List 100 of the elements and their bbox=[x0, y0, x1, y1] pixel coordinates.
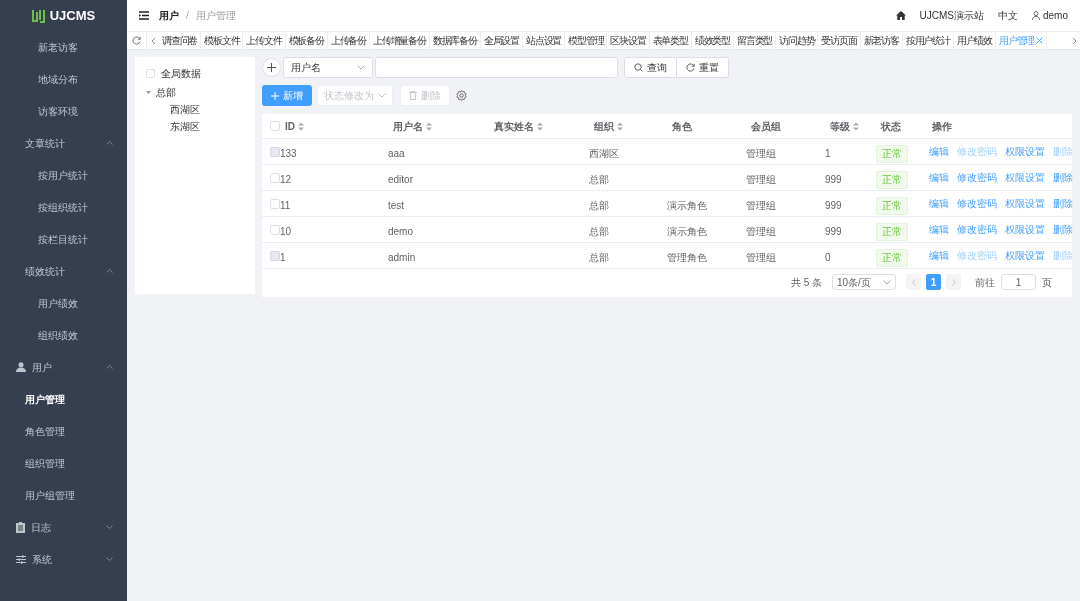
column-header[interactable]: 会员组 bbox=[751, 118, 781, 134]
status-tag: 正常 bbox=[876, 248, 908, 267]
chevron-right-icon bbox=[951, 278, 956, 286]
sidebar-item[interactable]: 访客环境 bbox=[0, 95, 127, 127]
sidebar-item[interactable]: 新老访客 bbox=[0, 31, 127, 63]
column-header[interactable]: 用户名 bbox=[393, 118, 423, 134]
user-icon bbox=[1032, 11, 1040, 20]
table-cell: 演示角色 bbox=[667, 225, 707, 237]
breadcrumb-item[interactable]: 用户 bbox=[159, 8, 179, 23]
tab[interactable]: 上传增量备份 bbox=[370, 32, 430, 49]
table-cell: 管理组 bbox=[746, 147, 776, 159]
column-header[interactable]: 角色 bbox=[672, 118, 692, 134]
table-cell: 演示角色 bbox=[667, 199, 707, 211]
sort-icon[interactable] bbox=[853, 121, 859, 131]
search-field[interactable] bbox=[375, 57, 618, 78]
sidebar-item[interactable]: 系统 bbox=[0, 543, 127, 575]
sidebar-item[interactable]: 按用户统计 bbox=[0, 159, 127, 191]
status-tag: 正常 bbox=[876, 196, 908, 215]
table-cell: 10 bbox=[280, 225, 292, 237]
table-cell: 总部 bbox=[589, 225, 609, 237]
tab[interactable]: 表单类型 bbox=[649, 32, 692, 49]
sidebar-item[interactable]: 地域分布 bbox=[0, 63, 127, 95]
total-count: 共 5 条 bbox=[790, 275, 822, 290]
page-suffix: 页 bbox=[1042, 275, 1052, 290]
sidebar-item[interactable]: 用户管理 bbox=[0, 383, 127, 415]
reset-button[interactable]: 重置 bbox=[677, 57, 729, 78]
home-icon[interactable] bbox=[895, 11, 906, 20]
tab[interactable]: 按用户统计 bbox=[902, 32, 954, 49]
sidebar-item[interactable]: 按栏目统计 bbox=[0, 223, 127, 255]
chevron-right-icon[interactable] bbox=[1071, 36, 1077, 45]
checkbox[interactable] bbox=[270, 121, 280, 131]
column-header[interactable]: 状态 bbox=[881, 118, 901, 134]
sidebar-item[interactable]: 用户 bbox=[0, 351, 127, 383]
add-condition-button[interactable] bbox=[262, 58, 281, 77]
site-link[interactable]: UJCMS演示站 bbox=[919, 8, 984, 23]
sidebar-item[interactable]: 按组织统计 bbox=[0, 191, 127, 223]
refresh-icon[interactable] bbox=[132, 36, 141, 45]
tab[interactable]: 区块设置 bbox=[607, 32, 650, 49]
sidebar-item[interactable]: 用户绩效 bbox=[0, 287, 127, 319]
field-select[interactable]: 用户名 bbox=[283, 57, 373, 78]
tab[interactable]: 数据库备份 bbox=[429, 32, 481, 49]
close-icon[interactable] bbox=[1036, 37, 1044, 44]
user-menu[interactable]: demo bbox=[1043, 8, 1068, 23]
tab[interactable]: 新老访客 bbox=[860, 32, 903, 49]
tab[interactable]: 模板备份 bbox=[285, 32, 328, 49]
table-cell: 999 bbox=[825, 225, 842, 237]
tab[interactable]: 绩效类型 bbox=[691, 32, 735, 49]
sidebar-item[interactable]: 角色管理 bbox=[0, 415, 127, 447]
page-input[interactable]: 1 bbox=[1001, 274, 1036, 290]
tree-node[interactable]: 西湖区 bbox=[170, 102, 200, 117]
tree-node[interactable]: 东湖区 bbox=[170, 119, 200, 134]
prev-page-button[interactable] bbox=[906, 274, 921, 290]
checkbox[interactable] bbox=[146, 69, 155, 78]
sort-icon[interactable] bbox=[537, 121, 543, 131]
next-page-button[interactable] bbox=[946, 274, 961, 290]
column-header[interactable]: 操作 bbox=[932, 118, 952, 134]
tree-node[interactable]: 总部 bbox=[156, 85, 176, 100]
sort-icon[interactable] bbox=[298, 121, 304, 131]
tab[interactable]: 用户绩效 bbox=[953, 32, 997, 49]
tab[interactable]: 访问趋势 bbox=[776, 32, 819, 49]
plus-icon bbox=[271, 91, 279, 100]
sidebar-item[interactable]: 组织管理 bbox=[0, 447, 127, 479]
column-header[interactable]: ID bbox=[285, 118, 295, 134]
status-tag: 正常 bbox=[876, 170, 908, 189]
sidebar-item[interactable]: 文章统计 bbox=[0, 127, 127, 159]
column-header[interactable]: 真实姓名 bbox=[494, 118, 534, 134]
sort-icon[interactable] bbox=[617, 121, 623, 131]
menu-icon[interactable] bbox=[139, 11, 149, 20]
sidebar-item[interactable]: 组织绩效 bbox=[0, 319, 127, 351]
query-button[interactable]: 查询 bbox=[624, 57, 677, 78]
sidebar-item[interactable]: 用户组管理 bbox=[0, 479, 127, 511]
tab[interactable]: 模板文件 bbox=[201, 32, 244, 49]
tab[interactable]: 上传文件 bbox=[243, 32, 286, 49]
plus-icon bbox=[267, 63, 276, 72]
tab[interactable]: 留言类型 bbox=[734, 32, 777, 49]
tab[interactable]: 受访页面 bbox=[818, 32, 861, 49]
table-cell: 总部 bbox=[589, 199, 609, 211]
tab[interactable]: 模型管理 bbox=[565, 32, 608, 49]
table-cell: 133 bbox=[280, 147, 297, 159]
sidebar-item[interactable]: 日志 bbox=[0, 511, 127, 543]
column-header[interactable]: 等级 bbox=[830, 118, 850, 134]
caret-down-icon[interactable] bbox=[146, 90, 151, 95]
language-selector[interactable]: 中文 bbox=[998, 8, 1018, 23]
breadcrumb-item: 用户管理 bbox=[195, 9, 236, 23]
tab[interactable]: 站点设置 bbox=[523, 32, 566, 49]
sidebar-item[interactable]: 绩效统计 bbox=[0, 255, 127, 287]
page-size-select[interactable]: 10条/页 bbox=[832, 274, 896, 290]
sort-icon[interactable] bbox=[426, 121, 432, 131]
settings-icon[interactable] bbox=[456, 90, 467, 101]
checkbox[interactable] bbox=[270, 198, 280, 209]
checkbox[interactable] bbox=[270, 224, 280, 235]
tab[interactable]: 全局设置 bbox=[480, 32, 524, 49]
tab[interactable]: 上传备份 bbox=[327, 32, 370, 49]
chevron-left-icon[interactable] bbox=[150, 36, 156, 45]
table-cell: 管理角色 bbox=[667, 251, 707, 263]
table-cell: admin bbox=[388, 251, 416, 263]
column-header[interactable]: 组织 bbox=[594, 118, 614, 134]
tab[interactable]: 调查问卷 bbox=[159, 32, 202, 49]
tree-label[interactable]: 全局数据 bbox=[161, 66, 201, 81]
checkbox[interactable] bbox=[270, 172, 280, 183]
